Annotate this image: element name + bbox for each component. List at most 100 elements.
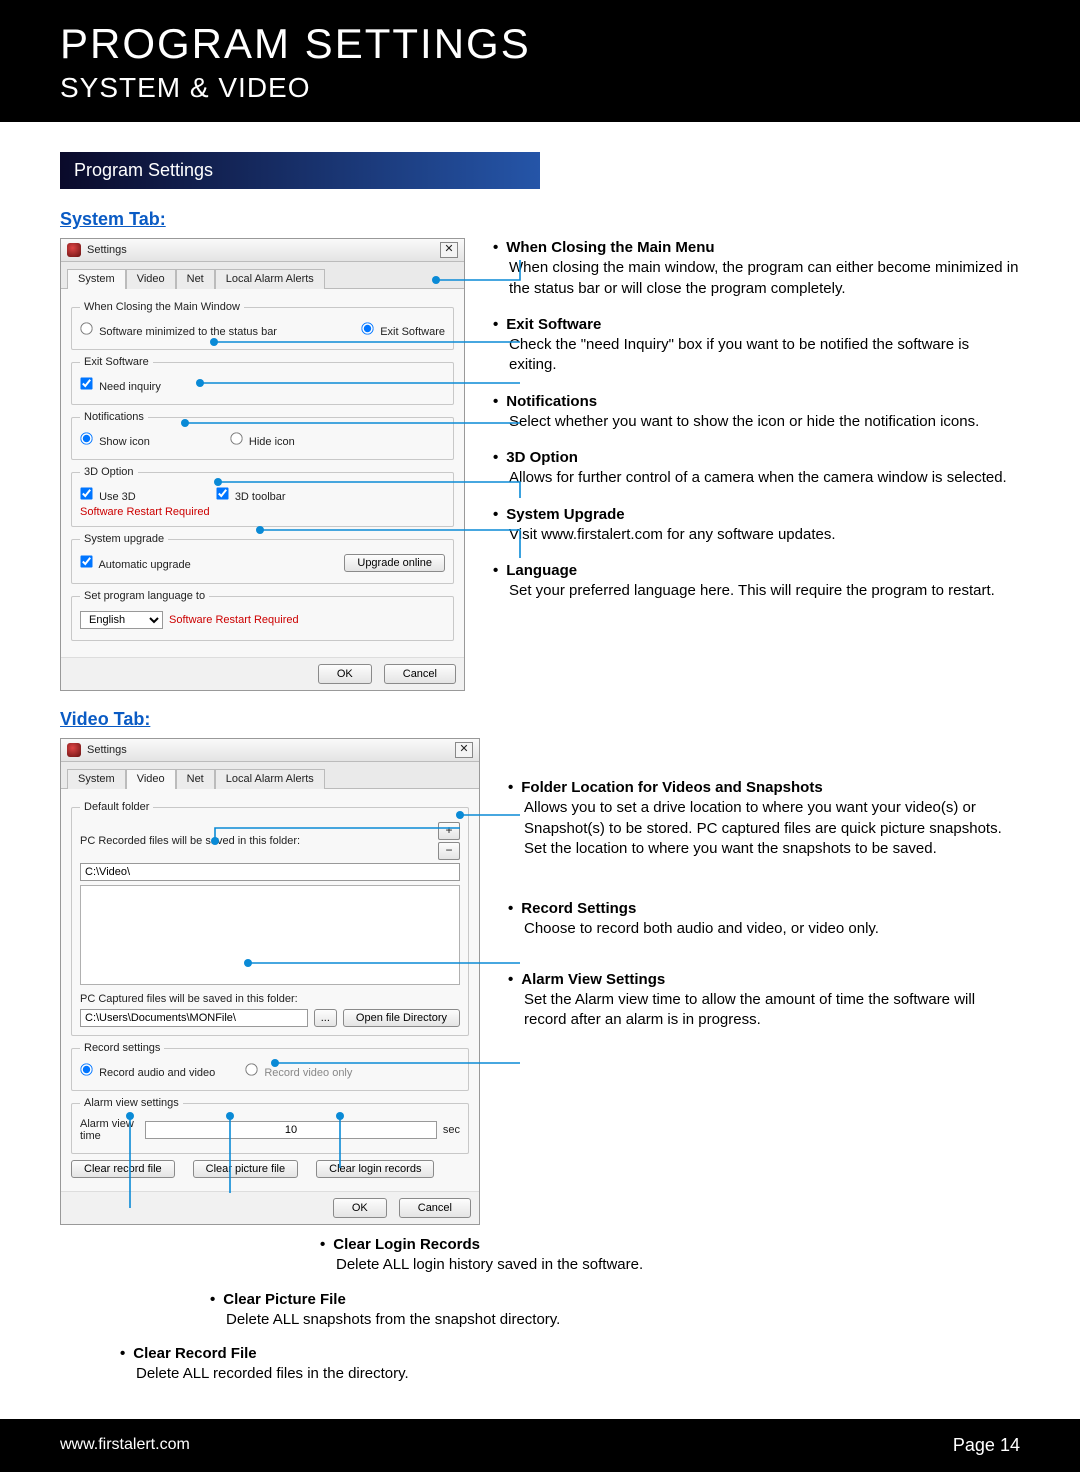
app-icon xyxy=(67,243,81,257)
group-close-main: When Closing the Main Window Software mi… xyxy=(71,301,454,350)
legend-record: Record settings xyxy=(80,1042,164,1054)
callout-item: NotificationsSelect whether you want to … xyxy=(493,392,1020,433)
page-header: PROGRAM SETTINGS SYSTEM & VIDEO xyxy=(0,0,1080,122)
legend-3d: 3D Option xyxy=(80,466,138,478)
settings-dialog-video: Settings ✕ System Video Net Local Alarm … xyxy=(60,738,480,1225)
clear-login-button[interactable]: Clear login records xyxy=(316,1160,434,1178)
close-icon[interactable]: ✕ xyxy=(455,742,473,758)
dialog-title-text: Settings xyxy=(87,744,127,756)
video-callouts-right: Folder Location for Videos and Snapshots… xyxy=(508,778,1020,1046)
label-recorded-folder: PC Recorded files will be saved in this … xyxy=(80,835,300,847)
callout-item: Clear Login RecordsDelete ALL login hist… xyxy=(320,1235,770,1276)
dialog-body-system: When Closing the Main Window Software mi… xyxy=(61,289,464,657)
label-captured-folder: PC Captured files will be saved in this … xyxy=(80,993,460,1005)
cancel-button[interactable]: Cancel xyxy=(384,664,456,684)
upgrade-online-button[interactable]: Upgrade online xyxy=(344,554,445,572)
close-icon[interactable]: ✕ xyxy=(440,242,458,258)
legend-lang: Set program language to xyxy=(80,590,209,602)
tab-net[interactable]: Net xyxy=(176,769,215,789)
tab-net[interactable]: Net xyxy=(176,269,215,289)
tab-local-alarm[interactable]: Local Alarm Alerts xyxy=(215,769,325,789)
group-record-settings: Record settings Record audio and video R… xyxy=(71,1042,469,1091)
legend-upgrade: System upgrade xyxy=(80,533,168,545)
browse-button[interactable]: ... xyxy=(314,1009,337,1027)
captured-path-input[interactable] xyxy=(80,1009,308,1027)
settings-dialog: Settings ✕ System Video Net Local Alarm … xyxy=(60,238,465,691)
dialog-body-video: Default folder PC Recorded files will be… xyxy=(61,789,479,1191)
page-number: Page 14 xyxy=(953,1435,1020,1456)
tab-system[interactable]: System xyxy=(67,269,126,289)
clear-picture-button[interactable]: Clear picture file xyxy=(193,1160,298,1178)
ok-button[interactable]: OK xyxy=(333,1198,387,1218)
dialog-button-row: OK Cancel xyxy=(61,1191,479,1224)
page-footer: www.firstalert.com Page 14 xyxy=(0,1419,1080,1472)
system-callouts: When Closing the Main MenuWhen closing t… xyxy=(493,238,1020,618)
opt-show-icon[interactable]: Show icon xyxy=(80,432,150,448)
recorded-folders-list[interactable] xyxy=(80,885,460,985)
clear-record-button[interactable]: Clear record file xyxy=(71,1160,175,1178)
recorded-path-input[interactable] xyxy=(80,863,460,881)
page-content: Program Settings System Tab: Settings ✕ xyxy=(0,122,1080,1419)
opt-exit-software[interactable]: Exit Software xyxy=(361,322,445,338)
callout-item: Record SettingsChoose to record both aud… xyxy=(508,899,1020,940)
callout-item: Clear Picture FileDelete ALL snapshots f… xyxy=(210,1290,660,1331)
group-3d-option: 3D Option Use 3D 3D toolbar Software Res… xyxy=(71,466,454,527)
section-banner: Program Settings xyxy=(60,152,540,189)
add-folder-button[interactable]: + xyxy=(438,822,460,840)
legend-default-folder: Default folder xyxy=(80,801,153,813)
callout-item: Folder Location for Videos and Snapshots… xyxy=(508,778,1020,859)
tab-video[interactable]: Video xyxy=(126,269,176,289)
opt-hide-icon[interactable]: Hide icon xyxy=(230,432,295,448)
ok-button[interactable]: OK xyxy=(318,664,372,684)
page-subtitle: SYSTEM & VIDEO xyxy=(60,72,1020,104)
callout-item: When Closing the Main MenuWhen closing t… xyxy=(493,238,1020,299)
callout-item: Alarm View SettingsSet the Alarm view ti… xyxy=(508,970,1020,1031)
system-tab-heading: System Tab: xyxy=(60,209,1020,230)
dialog-titlebar: Settings ✕ xyxy=(61,739,479,762)
dialog-tabs: System Video Net Local Alarm Alerts xyxy=(61,762,479,789)
system-dialog-screenshot: Settings ✕ System Video Net Local Alarm … xyxy=(60,238,465,691)
group-system-upgrade: System upgrade Automatic upgrade Upgrade… xyxy=(71,533,454,584)
app-icon xyxy=(67,743,81,757)
chk-need-inquiry[interactable]: Need inquiry xyxy=(80,377,161,393)
cancel-button[interactable]: Cancel xyxy=(399,1198,471,1218)
video-callouts-bottom: Clear Login RecordsDelete ALL login hist… xyxy=(120,1235,1020,1385)
opt-record-video-only[interactable]: Record video only xyxy=(245,1063,352,1079)
tab-video[interactable]: Video xyxy=(126,769,176,789)
group-language: Set program language to English Software… xyxy=(71,590,454,641)
tab-system[interactable]: System xyxy=(67,769,126,789)
label-alarm-time: Alarm view time xyxy=(80,1118,139,1142)
footer-url: www.firstalert.com xyxy=(60,1436,190,1454)
video-tab-heading: Video Tab: xyxy=(60,709,1020,730)
restart-required-2: Software Restart Required xyxy=(169,614,299,626)
page-title: PROGRAM SETTINGS xyxy=(60,20,1020,68)
legend-notif: Notifications xyxy=(80,411,148,423)
opt-record-av[interactable]: Record audio and video xyxy=(80,1063,215,1079)
tab-local-alarm[interactable]: Local Alarm Alerts xyxy=(215,269,325,289)
chk-auto-upgrade[interactable]: Automatic upgrade xyxy=(80,555,191,571)
callout-item: Clear Record FileDelete ALL recorded fil… xyxy=(120,1344,570,1385)
group-alarm-view: Alarm view settings Alarm view time sec xyxy=(71,1097,469,1154)
legend-alarm: Alarm view settings xyxy=(80,1097,183,1109)
callout-item: Exit SoftwareCheck the "need Inquiry" bo… xyxy=(493,315,1020,376)
video-dialog-screenshot: Settings ✕ System Video Net Local Alarm … xyxy=(60,738,480,1225)
label-sec: sec xyxy=(443,1124,460,1136)
open-directory-button[interactable]: Open file Directory xyxy=(343,1009,460,1027)
callout-item: 3D OptionAllows for further control of a… xyxy=(493,448,1020,489)
alarm-time-input[interactable] xyxy=(145,1121,437,1139)
opt-minimize[interactable]: Software minimized to the status bar xyxy=(80,322,277,338)
group-notifications: Notifications Show icon Hide icon xyxy=(71,411,454,460)
dialog-titlebar: Settings ✕ xyxy=(61,239,464,262)
remove-folder-button[interactable]: − xyxy=(438,842,460,860)
dialog-title-text: Settings xyxy=(87,244,127,256)
group-default-folder: Default folder PC Recorded files will be… xyxy=(71,801,469,1036)
chk-use-3d[interactable]: Use 3D xyxy=(80,487,136,503)
callout-item: LanguageSet your preferred language here… xyxy=(493,561,1020,602)
restart-required-1: Software Restart Required xyxy=(80,506,445,518)
callout-item: System UpgradeVisit www.firstalert.com f… xyxy=(493,505,1020,546)
chk-3d-toolbar[interactable]: 3D toolbar xyxy=(216,487,286,503)
dialog-button-row: OK Cancel xyxy=(61,657,464,690)
language-select[interactable]: English xyxy=(80,611,163,629)
legend-close-main: When Closing the Main Window xyxy=(80,301,244,313)
dialog-tabs: System Video Net Local Alarm Alerts xyxy=(61,262,464,289)
